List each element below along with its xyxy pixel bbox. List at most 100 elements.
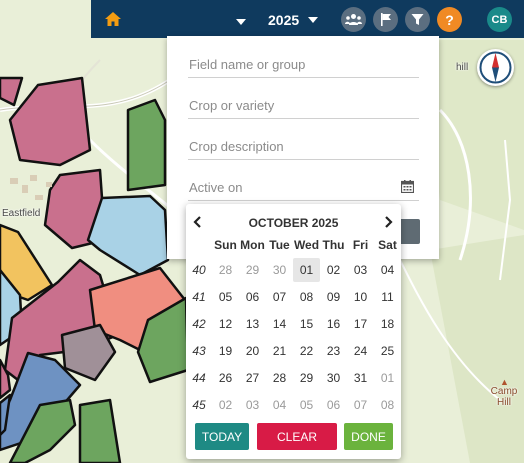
day-cell[interactable]: 01 [293, 257, 320, 282]
weekday-header-row: Sun Mon Tue Wed Thu Fri Sat [186, 234, 401, 256]
crop-variety-input[interactable] [188, 93, 419, 119]
week-number: 44 [192, 370, 206, 385]
clear-button[interactable]: CLEAR [257, 423, 337, 450]
home-icon [105, 12, 121, 26]
map-label-camp-hill: Camp Hill [490, 386, 518, 408]
day-cell[interactable]: 22 [293, 339, 320, 363]
day-cell[interactable]: 02 [212, 393, 239, 417]
weekday-header: Tue [269, 238, 290, 252]
day-cell[interactable]: 03 [347, 258, 374, 282]
weekday-header: Wed [293, 238, 320, 252]
week-row: 45 02 03 04 05 06 07 08 [186, 391, 401, 418]
compass-button[interactable] [477, 49, 514, 86]
avatar-initials: CB [491, 13, 508, 26]
day-cell[interactable]: 08 [374, 393, 401, 417]
day-cell[interactable]: 18 [374, 312, 401, 336]
weekday-header: Sun [214, 238, 237, 252]
day-cell[interactable]: 30 [266, 258, 293, 282]
day-cell[interactable]: 04 [374, 258, 401, 282]
next-month-button[interactable] [381, 215, 395, 229]
week-number: 45 [192, 397, 206, 412]
day-cell[interactable]: 28 [266, 366, 293, 390]
week-number: 41 [192, 289, 206, 304]
day-cell[interactable]: 10 [347, 285, 374, 309]
month-label: OCTOBER 2025 [248, 216, 339, 230]
day-cell[interactable]: 15 [293, 312, 320, 336]
day-cell[interactable]: 21 [266, 339, 293, 363]
users-icon [345, 14, 362, 25]
day-cell[interactable]: 30 [320, 366, 347, 390]
day-cell[interactable]: 19 [212, 339, 239, 363]
top-bar: 2025 ? CB [91, 0, 524, 38]
chevron-right-icon [385, 216, 393, 228]
week-row: 42 12 13 14 15 16 17 18 [186, 310, 401, 337]
day-cell[interactable]: 25 [374, 339, 401, 363]
day-cell[interactable]: 23 [320, 339, 347, 363]
day-cell[interactable]: 06 [320, 393, 347, 417]
date-picker: OCTOBER 2025 Sun Mon Tue Wed Thu Fri Sat 40 28 2… [186, 204, 401, 459]
day-cell[interactable]: 28 [212, 258, 239, 282]
day-cell[interactable]: 09 [320, 285, 347, 309]
week-row: 44 26 27 28 29 30 31 01 [186, 364, 401, 391]
day-cell[interactable]: 08 [293, 285, 320, 309]
week-row: 40 28 29 30 01 02 03 04 [186, 256, 401, 283]
today-button[interactable]: TODAY [195, 423, 249, 450]
day-cell[interactable]: 29 [293, 366, 320, 390]
calendar-grid: Sun Mon Tue Wed Thu Fri Sat 40 28 29 30 01 02 03 04 41… [186, 234, 401, 418]
day-cell[interactable]: 05 [212, 285, 239, 309]
day-cell[interactable]: 29 [239, 258, 266, 282]
prev-month-button[interactable] [191, 215, 205, 229]
day-cell[interactable]: 04 [266, 393, 293, 417]
avatar[interactable]: CB [487, 7, 512, 32]
weekday-header: Sat [378, 238, 397, 252]
users-button[interactable] [341, 7, 366, 32]
week-number: 40 [192, 262, 206, 277]
weekday-header: Thu [322, 238, 345, 252]
map-label-hill: hill [456, 62, 469, 73]
flag-button[interactable] [373, 7, 398, 32]
caret-down-icon [236, 19, 246, 25]
caret-down-icon [308, 17, 319, 23]
day-cell[interactable]: 11 [374, 285, 401, 309]
filter-icon [411, 14, 424, 25]
day-cell[interactable]: 01 [374, 366, 401, 390]
day-cell[interactable]: 03 [239, 393, 266, 417]
field-name-input[interactable] [188, 52, 419, 78]
crop-description-input[interactable] [188, 134, 419, 160]
weekday-header: Mon [240, 238, 265, 252]
day-cell[interactable]: 27 [239, 366, 266, 390]
compass-icon [479, 51, 512, 84]
home-button[interactable] [103, 9, 123, 29]
map-label-eastfield: Eastfield [2, 208, 41, 219]
weekday-header: Fri [352, 238, 369, 252]
day-cell[interactable]: 14 [266, 312, 293, 336]
day-cell[interactable]: 06 [239, 285, 266, 309]
done-button[interactable]: DONE [344, 423, 393, 450]
field-dropdown-button[interactable] [235, 14, 247, 25]
day-cell[interactable]: 02 [320, 258, 347, 282]
day-cell[interactable]: 12 [212, 312, 239, 336]
day-cell[interactable]: 16 [320, 312, 347, 336]
year-selector[interactable]: 2025 [268, 10, 319, 30]
day-cell[interactable]: 20 [239, 339, 266, 363]
day-cell[interactable]: 07 [266, 285, 293, 309]
active-on-input[interactable] [188, 175, 419, 201]
help-button[interactable]: ? [437, 7, 462, 32]
help-label: ? [445, 11, 454, 28]
chevron-left-icon [193, 216, 201, 228]
day-cell[interactable]: 31 [347, 366, 374, 390]
year-label: 2025 [268, 12, 300, 28]
day-cell[interactable]: 07 [347, 393, 374, 417]
day-cell[interactable]: 05 [293, 393, 320, 417]
day-cell[interactable]: 26 [212, 366, 239, 390]
calendar-icon[interactable] [401, 180, 414, 193]
week-row: 43 19 20 21 22 23 24 25 [186, 337, 401, 364]
week-number: 42 [192, 316, 206, 331]
flag-icon [380, 13, 391, 26]
week-row: 41 05 06 07 08 09 10 11 [186, 283, 401, 310]
day-cell[interactable]: 17 [347, 312, 374, 336]
day-cell[interactable]: 24 [347, 339, 374, 363]
filter-button[interactable] [405, 7, 430, 32]
week-number: 43 [192, 343, 206, 358]
day-cell[interactable]: 13 [239, 312, 266, 336]
